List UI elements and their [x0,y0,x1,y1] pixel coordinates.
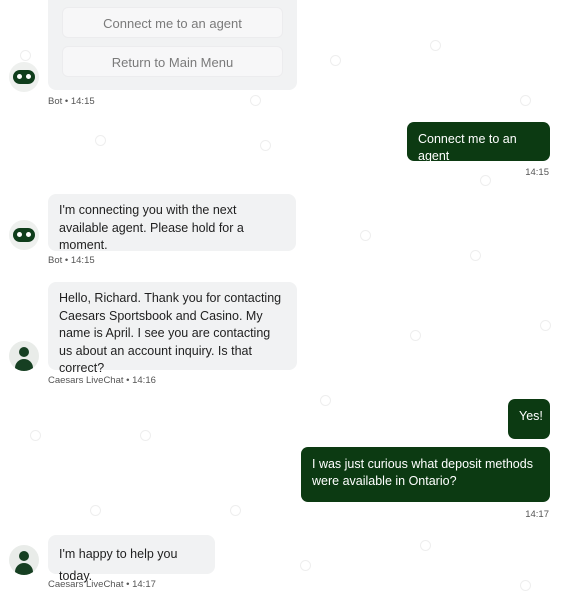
incoming-message-bubble: I'm connecting you with the next availab… [48,194,296,252]
bot-avatar [9,220,39,250]
outgoing-message-bubble: I was just curious what deposit methods … [301,447,550,502]
incoming-message-bubble: I'm happy to help you today. [48,535,215,583]
outgoing-message-bubble: Connect me to an agent [407,122,550,163]
return-main-menu-button[interactable]: Return to Main Menu [62,46,283,77]
bot-icon [13,70,35,84]
connect-agent-option-button[interactable]: Connect me to an agent [62,7,283,38]
bot-avatar [9,62,39,92]
message-time: 14:17 [525,509,549,520]
message-time: 14:15 [525,167,549,178]
incoming-message-bubble: Hello, Richard. Thank you for contacting… [48,282,297,375]
agent-avatar [9,545,39,575]
message-meta: Caesars LiveChat • 14:17 [48,579,156,590]
message-meta: Bot • 14:15 [48,255,95,266]
outgoing-message-bubble: Yes! [508,399,550,439]
message-meta: Caesars LiveChat • 14:16 [48,375,156,386]
bot-icon [13,228,35,242]
agent-avatar [9,341,39,371]
quick-reply-menu: Connect me to an agent Return to Main Me… [48,0,297,90]
message-meta: Bot • 14:15 [48,96,95,107]
